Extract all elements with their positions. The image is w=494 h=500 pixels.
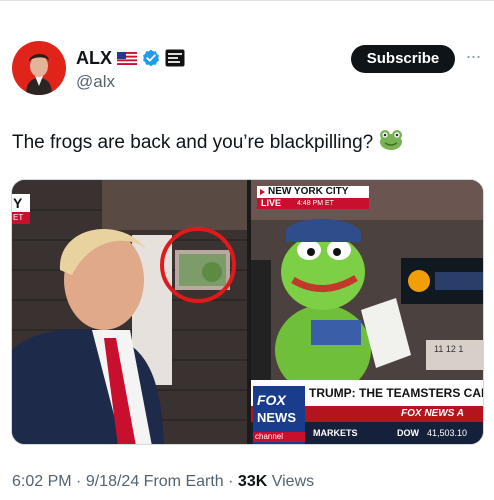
ticker-network: FOX NEWS A — [401, 408, 464, 419]
verified-badge-icon[interactable] — [142, 49, 160, 67]
fox-logo-bottom: channel — [255, 432, 284, 441]
views-label: Views — [271, 473, 315, 490]
dow-value: 41,503.10 — [427, 428, 468, 438]
views-count[interactable]: 33K — [238, 473, 267, 490]
left-photo-scene — [12, 180, 247, 444]
author-name-row[interactable]: ALX — [76, 47, 185, 69]
separator: · — [228, 473, 234, 490]
time-label: 4:48 PM ET — [297, 200, 334, 207]
subscribe-button[interactable]: Subscribe — [351, 45, 455, 73]
clock-digits: 11 12 1 — [434, 344, 464, 354]
tweet-footer: 6:02 PM · 9/18/24 From Earth · 33K Views — [12, 472, 314, 492]
affiliate-badge-icon[interactable] — [165, 49, 185, 67]
tweet-text: The frogs are back and you’re blackpilli… — [12, 129, 403, 155]
post-date[interactable]: 9/18/24 — [86, 473, 139, 490]
more-dots-icon[interactable]: ··· — [462, 47, 484, 69]
dow-label: DOW — [397, 428, 419, 438]
markets-label: MARKETS — [313, 428, 358, 438]
overlay-letter: Y — [13, 195, 23, 211]
post-time[interactable]: 6:02 PM — [12, 473, 72, 490]
overlay-sub: ET — [13, 213, 24, 222]
media-image-right[interactable]: NEW YORK CITY LIVE 4:48 PM ET 11 12 1 TR… — [251, 180, 484, 444]
location-label: NEW YORK CITY — [268, 186, 349, 197]
live-label: LIVE — [261, 198, 282, 208]
person-avatar-icon — [18, 46, 60, 95]
fox-logo-top: FOX — [257, 392, 286, 408]
us-flag-icon — [117, 51, 137, 65]
media-image-left[interactable]: Y ET — [12, 180, 247, 444]
tweet-card: ALX @alx Subscribe ··· The frogs are bac… — [0, 0, 494, 500]
frog-emoji-icon — [379, 130, 402, 150]
fox-logo-mid: NEWS — [257, 410, 296, 425]
author-handle[interactable]: @alx — [76, 71, 115, 93]
separator: · — [76, 473, 82, 490]
tweet-body: The frogs are back and you’re blackpilli… — [12, 132, 374, 153]
post-source: From Earth — [143, 473, 224, 490]
headline-text: TRUMP: THE TEAMSTERS CARI — [309, 386, 484, 400]
media-grid[interactable]: Y ET NEW YORK CITY LIVE 4:48 PM ET 11 12… — [11, 179, 484, 445]
avatar[interactable] — [12, 41, 66, 95]
display-name[interactable]: ALX — [76, 47, 112, 69]
